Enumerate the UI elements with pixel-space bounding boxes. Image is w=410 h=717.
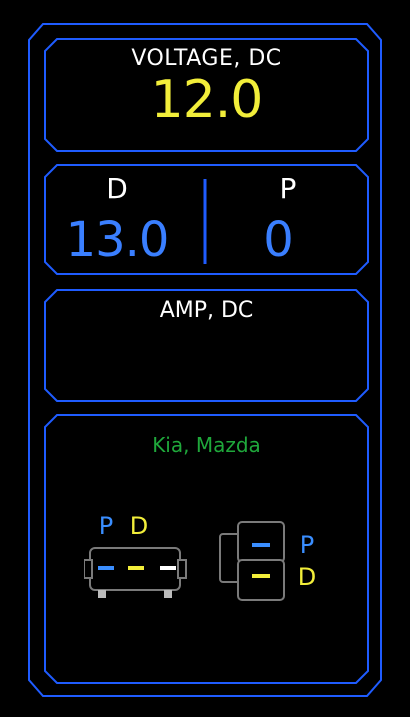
d-label: D [106,172,128,205]
p-value: 0 [263,212,294,268]
vertical-connector-icon [219,521,285,601]
right-connector-p-label: P [299,531,315,559]
vehicle-brand-label: Kia, Mazda [152,433,261,457]
left-connector-p-label: P [98,512,114,540]
p-label: P [279,172,297,205]
left-connector-d-label: D [129,512,149,540]
right-connector-d-label: D [297,563,317,591]
d-value: 13.0 [65,212,170,268]
voltage-value: 12.0 [150,70,264,130]
amp-title: AMP, DC [159,298,254,323]
horizontal-connector-icon [84,547,187,598]
voltage-title: VOLTAGE, DC [131,46,282,71]
